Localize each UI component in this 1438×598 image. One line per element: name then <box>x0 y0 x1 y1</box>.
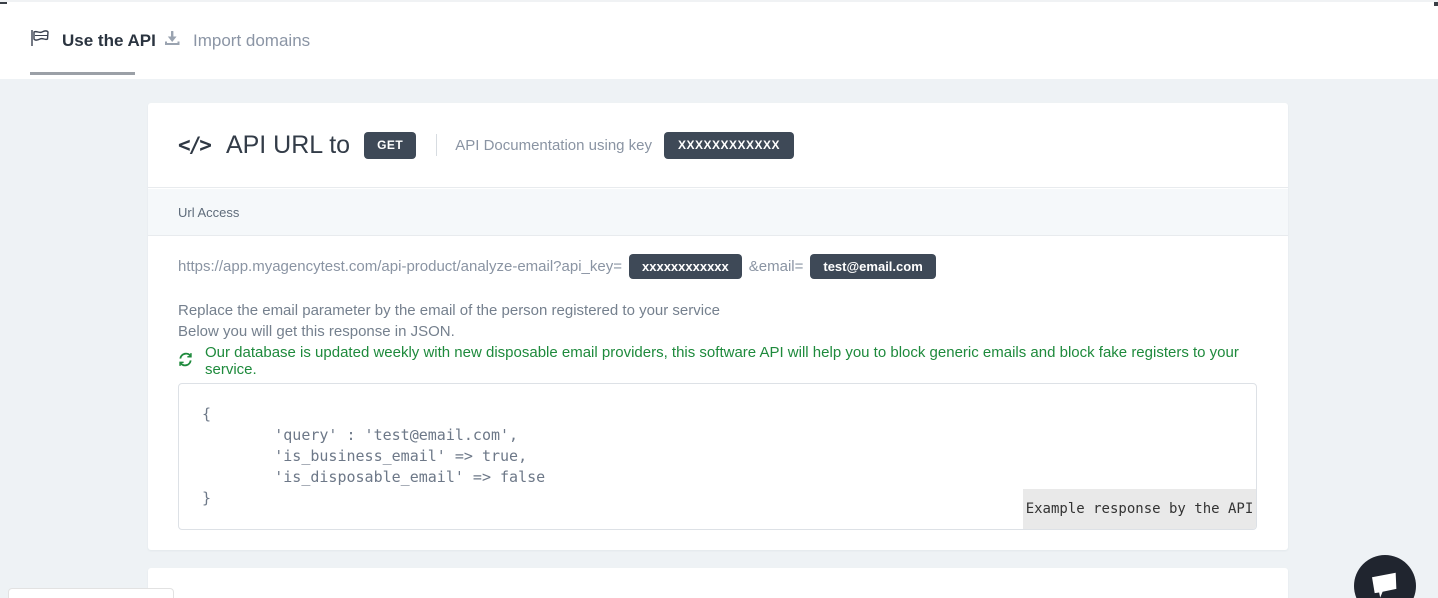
notice-text: Our database is updated weekly with new … <box>205 344 1288 378</box>
next-section-card <box>148 568 1288 598</box>
code-icon: </> <box>178 133 210 157</box>
tab-bar: Use the API Import domains <box>0 0 1438 79</box>
url-access-section-header: Url Access <box>148 189 1288 236</box>
api-url-base: https://app.myagencytest.com/api-product… <box>178 258 622 275</box>
url-access-label: Url Access <box>178 205 239 220</box>
api-card-header: </> API URL to GET API Documentation usi… <box>148 103 1288 188</box>
refresh-icon <box>178 352 193 371</box>
api-key-badge[interactable]: XXXXXXXXXXXX <box>664 132 794 159</box>
chat-bubble-icon <box>1370 568 1400 598</box>
email-token-badge[interactable]: test@email.com <box>810 254 935 279</box>
app-screen: Use the API Import domains </> API URL t… <box>0 0 1438 598</box>
database-update-notice: Our database is updated weekly with new … <box>178 344 1288 378</box>
header-divider <box>436 134 437 156</box>
tab-import-domains-label: Import domains <box>193 31 310 51</box>
instruction-line-1: Replace the email parameter by the email… <box>178 302 720 319</box>
json-response-code: { 'query' : 'test@email.com', 'is_busine… <box>202 404 545 509</box>
download-icon <box>163 29 181 52</box>
bottom-left-panel <box>8 588 174 598</box>
tab-use-the-api-label: Use the API <box>62 31 156 51</box>
flag-icon <box>30 29 50 52</box>
email-param-label: &email= <box>749 258 804 275</box>
example-response-label: Example response by the API <box>1023 489 1256 529</box>
api-url-line: https://app.myagencytest.com/api-product… <box>178 253 943 279</box>
instruction-line-2: Below you will get this response in JSON… <box>178 323 455 340</box>
api-doc-text: API Documentation using key <box>455 137 652 154</box>
http-method-badge: GET <box>364 132 416 159</box>
active-tab-underline <box>30 72 135 75</box>
tab-import-domains[interactable]: Import domains <box>163 2 310 79</box>
card-title: API URL to <box>226 131 350 160</box>
window-edge-artifact <box>1434 2 1438 6</box>
json-response-example-box: { 'query' : 'test@email.com', 'is_busine… <box>178 383 1257 530</box>
chat-widget-button[interactable] <box>1354 555 1416 598</box>
tab-use-the-api[interactable]: Use the API <box>30 2 156 79</box>
api-url-card: </> API URL to GET API Documentation usi… <box>148 103 1288 550</box>
api-key-token-badge[interactable]: xxxxxxxxxxxx <box>629 254 742 279</box>
window-edge-artifact <box>0 2 7 4</box>
